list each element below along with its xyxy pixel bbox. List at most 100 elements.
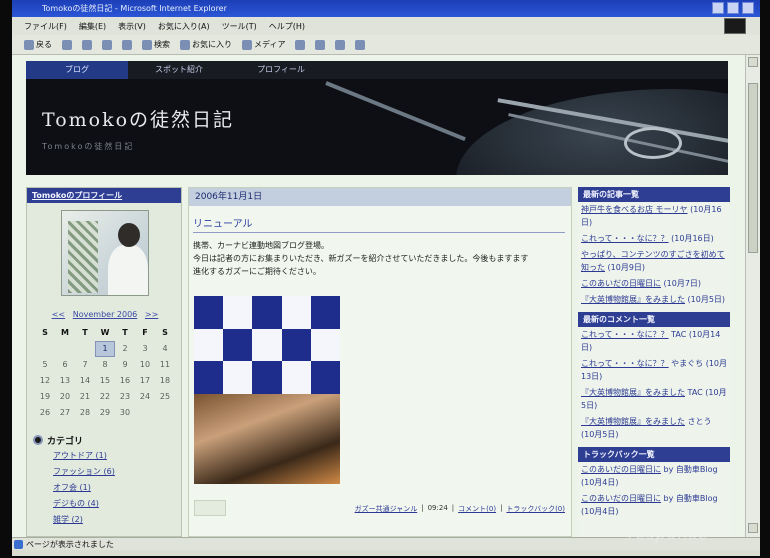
nav-tab-profile[interactable]: プロフィール: [230, 61, 332, 79]
stop-button[interactable]: [82, 39, 92, 50]
menu-tools[interactable]: ツール(T): [222, 21, 257, 32]
calendar-day[interactable]: 17: [135, 373, 155, 389]
search-icon: [142, 39, 152, 50]
recent-comment-item[interactable]: 『大英博物館展』をみました TAC (10月5日): [578, 385, 730, 414]
vertical-scrollbar[interactable]: [745, 55, 760, 537]
recent-entry-item[interactable]: このあいだの日曜日に (10月7日): [578, 276, 730, 292]
history-button[interactable]: [295, 39, 306, 50]
calendar-day[interactable]: 28: [75, 405, 95, 421]
recent-comment-link[interactable]: 『大英博物館展』をみました: [581, 417, 685, 426]
calendar-day[interactable]: 10: [135, 357, 155, 373]
calendar-day[interactable]: 16: [115, 373, 135, 389]
recent-comment-item[interactable]: これって・・・なに？？ やまぐち (10月13日): [578, 356, 730, 385]
recent-entry-item[interactable]: これって・・・なに？？ (10月16日): [578, 231, 730, 247]
recent-entry-item[interactable]: 神戸牛を食べるお店 モーリヤ (10月16日): [578, 202, 730, 231]
calendar-day[interactable]: 25: [155, 389, 175, 405]
nav-tab-spots[interactable]: スポット紹介: [128, 61, 230, 79]
search-button[interactable]: 検索: [142, 39, 170, 50]
left-sidebar: Tomokoのプロフィール << November 2006 >> S M T W T F…: [26, 187, 182, 537]
recent-entry-item[interactable]: やっぱり、コンテンツのすごさを初めて知った (10月9日): [578, 247, 730, 276]
calendar-day[interactable]: 29: [95, 405, 115, 421]
entry-trackback-link[interactable]: トラックバック(0): [506, 504, 565, 514]
trackback-link[interactable]: このあいだの日曜日に: [581, 465, 661, 474]
forward-button[interactable]: [62, 39, 72, 50]
calendar-day[interactable]: 23: [115, 389, 135, 405]
calendar-day[interactable]: 12: [35, 373, 55, 389]
calendar-day[interactable]: 22: [95, 389, 115, 405]
home-button[interactable]: [122, 39, 132, 50]
category-link[interactable]: オフ会 (1): [29, 480, 179, 496]
recent-comment-link[interactable]: これって・・・なに？？: [581, 330, 669, 339]
calendar-prev-link[interactable]: <<: [52, 310, 65, 319]
refresh-button[interactable]: [102, 39, 112, 50]
print-button[interactable]: [335, 39, 346, 50]
nav-tab-blog[interactable]: ブログ: [26, 61, 128, 79]
entry-category-link[interactable]: ガズー共通ジャンル: [355, 504, 418, 514]
calendar-day[interactable]: 1: [95, 341, 115, 357]
category-link[interactable]: ファッション (6): [29, 464, 179, 480]
recent-entry-item[interactable]: 『大英博物館展』をみました (10月5日): [578, 292, 730, 308]
entry-photo[interactable]: [194, 296, 340, 484]
menu-file[interactable]: ファイル(F): [24, 21, 67, 32]
category-link[interactable]: デジもの (4): [29, 496, 179, 512]
calendar-day[interactable]: 7: [75, 357, 95, 373]
calendar-day[interactable]: 2: [115, 341, 135, 357]
entry-title[interactable]: リニューアル: [193, 215, 565, 233]
recent-comment-link[interactable]: 『大英博物館展』をみました: [581, 388, 685, 397]
calendar-day[interactable]: 3: [135, 341, 155, 357]
calendar-day[interactable]: 30: [115, 405, 135, 421]
calendar-day[interactable]: 6: [55, 357, 75, 373]
calendar-weekday: F: [142, 328, 148, 337]
back-button[interactable]: 戻る: [24, 39, 52, 50]
edit-button[interactable]: [355, 39, 366, 50]
favorites-button[interactable]: お気に入り: [180, 39, 232, 50]
category-link[interactable]: 雑学 (2): [29, 512, 179, 528]
recent-entry-link[interactable]: これって・・・なに？？: [581, 234, 669, 243]
calendar-day[interactable]: 4: [155, 341, 175, 357]
recent-comment-item[interactable]: 『大英博物館展』をみました さとう (10月5日): [578, 414, 730, 443]
trackback-item[interactable]: このあいだの日曜日に by 自動車Blog (10月4日): [578, 462, 730, 491]
entry-comment-link[interactable]: コメント(0): [458, 504, 496, 514]
minimize-button[interactable]: [712, 2, 724, 14]
recent-entry-link[interactable]: 神戸牛を食べるお店 モーリヤ: [581, 205, 688, 214]
trackback-item[interactable]: このあいだの日曜日に by 自動車Blog (10月4日): [578, 491, 730, 520]
calendar-day[interactable]: 15: [95, 373, 115, 389]
recent-entry-link[interactable]: このあいだの日曜日に: [581, 279, 661, 288]
calendar-day[interactable]: 21: [75, 389, 95, 405]
calendar-day[interactable]: 19: [35, 389, 55, 405]
calendar-day[interactable]: 13: [55, 373, 75, 389]
calendar-day[interactable]: 18: [155, 373, 175, 389]
calendar-day[interactable]: 26: [35, 405, 55, 421]
calendar-day[interactable]: 24: [135, 389, 155, 405]
media-button[interactable]: メディア: [242, 39, 285, 50]
recent-entry-date: (10月5日): [687, 295, 726, 304]
scroll-down-icon[interactable]: [748, 523, 758, 533]
page-icon: [14, 540, 23, 549]
scroll-thumb[interactable]: [748, 83, 758, 253]
scroll-up-icon[interactable]: [748, 57, 758, 67]
calendar-day[interactable]: 14: [75, 373, 95, 389]
calendar-next-link[interactable]: >>: [145, 310, 158, 319]
mail-button[interactable]: [315, 39, 326, 50]
maximize-button[interactable]: [727, 2, 739, 14]
recent-comment-link[interactable]: これって・・・なに？？: [581, 359, 669, 368]
menu-view[interactable]: 表示(V): [118, 21, 146, 32]
recent-entry-link[interactable]: やっぱり、コンテンツのすごさを初めて知った: [581, 250, 725, 272]
menu-edit[interactable]: 編集(E): [79, 21, 106, 32]
menu-favorites[interactable]: お気に入り(A): [158, 21, 210, 32]
menu-help[interactable]: ヘルプ(H): [269, 21, 305, 32]
profile-heading[interactable]: Tomokoのプロフィール: [27, 188, 181, 203]
recent-entry-link[interactable]: 『大英博物館展』をみました: [581, 295, 685, 304]
photo-person-body: [108, 245, 148, 295]
calendar-day[interactable]: 5: [35, 357, 55, 373]
close-button[interactable]: [742, 2, 754, 14]
calendar-day[interactable]: 8: [95, 357, 115, 373]
calendar-day[interactable]: 27: [55, 405, 75, 421]
calendar-day[interactable]: 11: [155, 357, 175, 373]
recent-comment-item[interactable]: これって・・・なに？？ TAC (10月14日): [578, 327, 730, 356]
calendar-day[interactable]: 20: [55, 389, 75, 405]
calendar-day[interactable]: 9: [115, 357, 135, 373]
page-viewport[interactable]: ブログ スポット紹介 プロフィール Tomokoの徒然日記 Tomokoの徒然日…: [12, 55, 745, 537]
trackback-link[interactable]: このあいだの日曜日に: [581, 494, 661, 503]
category-link[interactable]: アウトドア (1): [29, 448, 179, 464]
